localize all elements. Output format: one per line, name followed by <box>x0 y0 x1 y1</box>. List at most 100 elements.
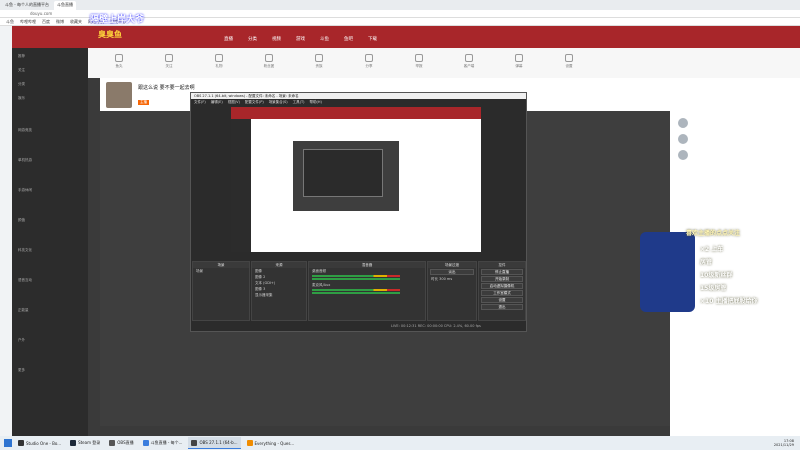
sidebar-item[interactable]: 分类 <box>18 82 25 87</box>
volume-slider[interactable] <box>312 278 400 280</box>
tool-button[interactable]: 鱼丸 <box>108 54 130 69</box>
settings-button[interactable]: 设置 <box>481 297 523 303</box>
start-icon[interactable] <box>4 439 12 447</box>
follow-promo-overlay: 喜欢主播的点点关注 ×2 上车 房管 10级新丝群 15级房管 ×10 主播把屁… <box>640 222 800 312</box>
tool-icon <box>115 54 123 62</box>
steam-icon <box>70 440 77 446</box>
bookmark[interactable]: 哔哩哔哩 <box>20 19 36 25</box>
studio-mode-button[interactable]: 工作室模式 <box>481 290 523 296</box>
bookmark[interactable]: 收藏夹 <box>70 19 82 25</box>
sidebar-item[interactable]: 关注 <box>18 68 25 73</box>
sidebar-item[interactable]: 手游休闲 <box>18 188 32 193</box>
start-recording-button[interactable]: 开始录制 <box>481 276 523 282</box>
bookmark[interactable]: 微博 <box>56 19 64 25</box>
promo-line: ×2 上车 <box>700 246 724 253</box>
nav-item[interactable]: 鱼吧 <box>344 36 353 42</box>
obs-menu-item[interactable]: 编辑(E) <box>211 100 223 105</box>
obs-icon <box>109 440 116 446</box>
promo-line: 10级新丝群 <box>700 272 733 279</box>
obs-icon <box>191 439 198 446</box>
duration-label: 时长 <box>431 277 438 281</box>
source-item[interactable]: 显示器采集 <box>252 292 306 298</box>
sidebar-item[interactable]: 户外 <box>18 338 25 343</box>
obs-preview[interactable] <box>231 107 481 252</box>
nav-item[interactable]: 斗鱼 <box>320 36 329 42</box>
taskbar-app[interactable]: Everything - Ques... <box>244 437 298 449</box>
streamer-avatar[interactable] <box>106 82 132 108</box>
obs-scenes-dock: 场景 场景 <box>192 261 250 321</box>
url-text: douyu.com <box>30 11 53 16</box>
tool-row: 鱼丸 关注 礼物 粉丝团 贵族 分享 举报 客户端 弹幕 设置 <box>88 48 800 78</box>
mascot-image <box>640 232 695 312</box>
tool-button[interactable]: 举报 <box>408 54 430 69</box>
tool-button[interactable]: 贵族 <box>308 54 330 69</box>
tool-button[interactable]: 客户端 <box>458 54 480 69</box>
system-clock[interactable]: 17:08 2021/11/29 <box>774 439 794 447</box>
nav-item[interactable]: 分类 <box>248 36 257 42</box>
duration-input[interactable]: 300 ms <box>439 277 452 281</box>
browser-tab-active[interactable]: 斗鱼直播 <box>54 0 76 10</box>
sidebar-item[interactable]: 颜值 <box>18 218 25 223</box>
bookmark[interactable]: 百度 <box>42 19 50 25</box>
sidebar-item[interactable]: 娱乐 <box>18 96 25 101</box>
banner-title: 隔壁上岸大爷 <box>90 15 145 25</box>
nav-item[interactable]: 视频 <box>272 36 281 42</box>
obs-transitions-dock: 场景过渡 淡出 时长 300 ms <box>427 261 477 321</box>
tool-button[interactable]: 分享 <box>358 54 380 69</box>
everything-icon <box>246 440 253 446</box>
bookmark[interactable]: 斗鱼 <box>6 19 14 25</box>
obs-menu-item[interactable]: 场景集合(S) <box>269 100 288 105</box>
tool-button[interactable]: 弹幕 <box>508 54 530 69</box>
sidebar-item[interactable]: 正能量 <box>18 308 29 313</box>
tool-icon <box>515 54 523 62</box>
transition-select[interactable]: 淡出 <box>430 269 474 275</box>
obs-menu-item[interactable]: 配置文件(P) <box>245 100 264 105</box>
taskbar-app[interactable]: 斗鱼直播 - 每个... <box>140 437 186 449</box>
sidebar-item[interactable]: 推荐 <box>18 54 25 59</box>
browser-tab-bar: 斗鱼 - 每个人的直播平台 斗鱼直播 <box>0 0 800 10</box>
sidebar-item[interactable]: 科技文化 <box>18 248 32 253</box>
preview-nav <box>231 107 481 119</box>
obs-menu-bar: 文件(F) 编辑(E) 视图(V) 配置文件(P) 场景集合(S) 工具(T) … <box>191 99 526 105</box>
nav-item[interactable]: 下载 <box>368 36 377 42</box>
virtual-camera-button[interactable]: 启动虚拟摄像机 <box>481 283 523 289</box>
sidebar-item[interactable]: 语音互动 <box>18 278 32 283</box>
tool-icon <box>265 54 273 62</box>
stop-streaming-button[interactable]: 停止直播 <box>481 269 523 275</box>
site-sidebar: 推荐 关注 分类 娱乐 网游竞技 单机热游 手游休闲 颜值 科技文化 语音互动 … <box>12 48 88 436</box>
obs-controls-dock: 控件 停止直播 开始录制 启动虚拟摄像机 工作室模式 设置 退出 <box>478 261 526 321</box>
tool-button[interactable]: 设置 <box>558 54 580 69</box>
taskbar-app-active[interactable]: OBS 27.1.1 (64-b... <box>188 437 241 449</box>
taskbar-app[interactable]: Studio One - Bo... <box>15 437 64 449</box>
tool-button[interactable]: 粉丝团 <box>258 54 280 69</box>
sidebar-item[interactable]: 单机热游 <box>18 158 32 163</box>
user-avatar <box>678 118 688 128</box>
user-avatar <box>678 150 688 160</box>
obs-status-bar: LIVE: 00:12:31 REC: 00:00:00 CPU: 2.4%, … <box>391 324 481 328</box>
obs-menu-item[interactable]: 帮助(H) <box>310 100 322 105</box>
taskbar-app[interactable]: Steam 登录 <box>67 437 103 449</box>
taskbar-app[interactable]: OBS直播 <box>106 437 136 449</box>
nav-item[interactable]: 直播 <box>224 36 233 42</box>
tool-icon <box>215 54 223 62</box>
obs-menu-item[interactable]: 文件(F) <box>194 100 206 105</box>
obs-window[interactable]: OBS 27.1.1 (64-bit, windows) - 配置文件: 未命名… <box>190 92 527 332</box>
obs-menu-item[interactable]: 视图(V) <box>228 100 240 105</box>
promo-line: 15级房管 <box>700 285 727 292</box>
obs-sources-dock: 来源 图像 图像 2 文本 (GDI+) 图像 3 显示器采集 <box>251 261 307 321</box>
scene-item[interactable]: 场景 <box>193 268 249 274</box>
sidebar-item[interactable]: 更多 <box>18 368 25 373</box>
volume-slider[interactable] <box>312 292 400 294</box>
obs-menu-item[interactable]: 工具(T) <box>293 100 305 105</box>
tool-button[interactable]: 关注 <box>158 54 180 69</box>
obs-mixer-dock: 混音器 桌面音频 麦克风/Aux <box>308 261 426 321</box>
tool-button[interactable]: 礼物 <box>208 54 230 69</box>
audio-meter <box>312 289 400 291</box>
clock-date: 2021/11/29 <box>773 443 794 447</box>
sidebar-item[interactable]: 网游竞技 <box>18 128 32 133</box>
tool-icon <box>565 54 573 62</box>
browser-tab[interactable]: 斗鱼 - 每个人的直播平台 <box>2 1 52 10</box>
nav-item[interactable]: 游戏 <box>296 36 305 42</box>
exit-button[interactable]: 退出 <box>481 304 523 310</box>
banner-subtitle: 臭臭鱼 <box>98 30 122 39</box>
